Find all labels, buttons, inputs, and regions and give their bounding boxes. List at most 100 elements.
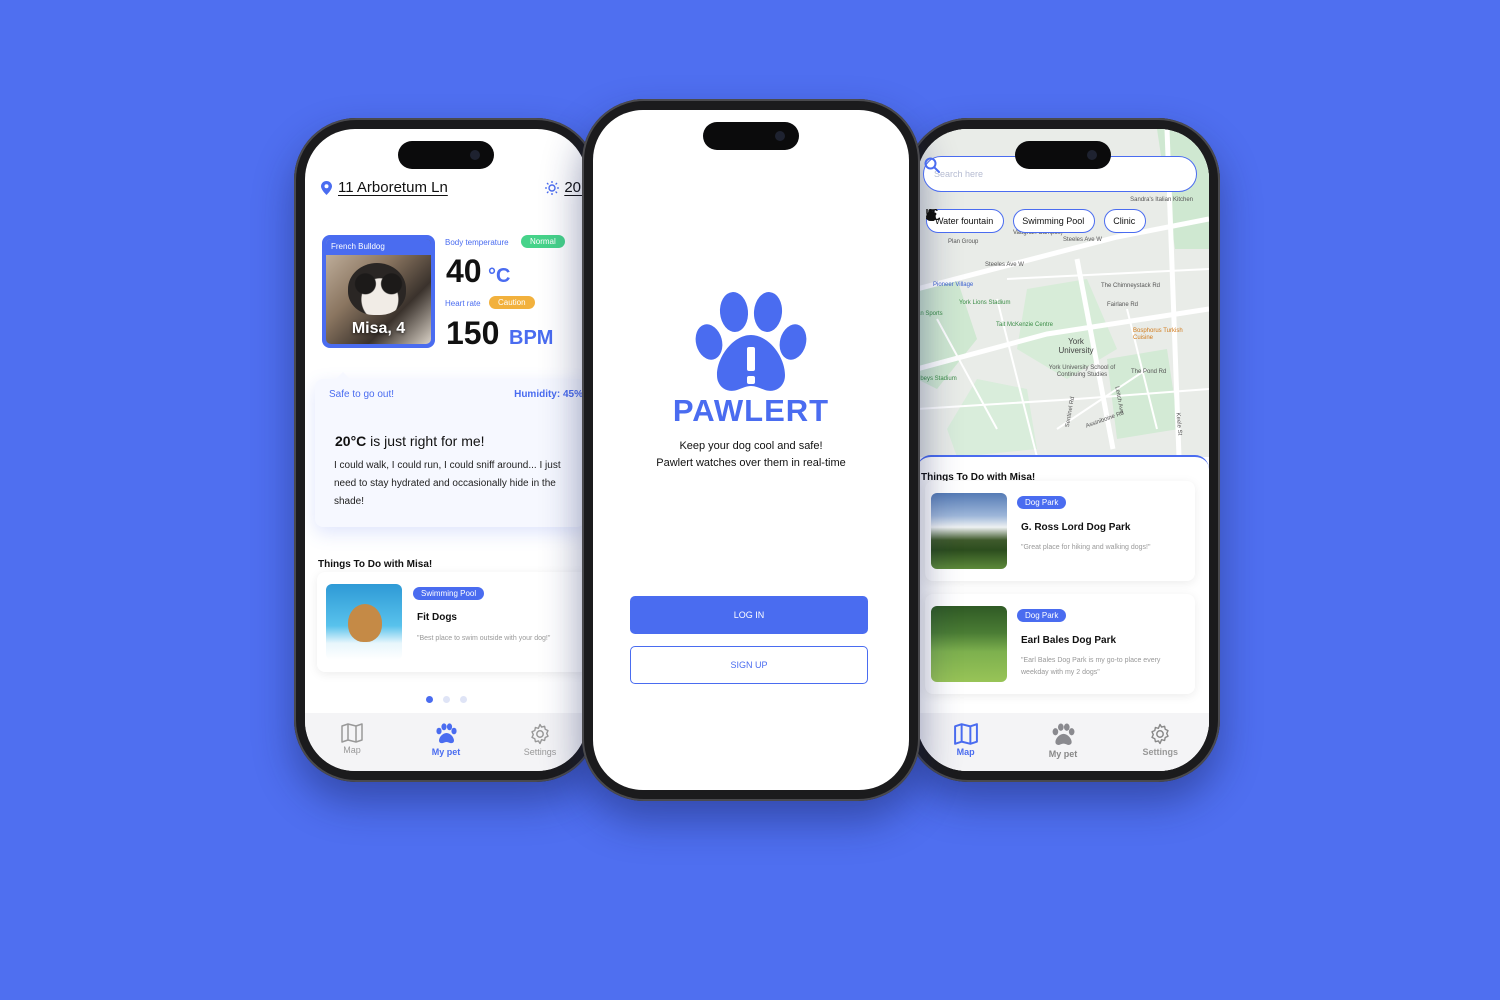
nav-map[interactable]: Map <box>931 723 1001 757</box>
map-label-york-lions: York Lions Stadium <box>959 300 1011 306</box>
place-name: Fit Dogs <box>417 612 457 623</box>
place-quote: "Best place to swim outside with your do… <box>417 635 551 642</box>
map-label-york-university: York University <box>1058 337 1094 355</box>
tagline-line-1: Keep your dog cool and safe! <box>679 440 823 452</box>
dynamic-island <box>1015 141 1111 169</box>
filter-swimming-pool-label: Swimming Pool <box>1022 216 1085 226</box>
park-photo <box>931 493 1007 569</box>
dog-face-image <box>348 263 406 315</box>
heart-rate-status-badge: Caution <box>489 296 535 309</box>
nav-map-label: Map <box>343 745 361 755</box>
map-label-sandras: Sandra's Italian Kitchen <box>1130 197 1193 203</box>
nav-settings[interactable]: Settings <box>505 723 575 757</box>
location[interactable]: 11 Arboretum Ln <box>321 179 448 196</box>
map-screen: Sandra's Italian Kitchen Vaughan Campus)… <box>917 129 1209 771</box>
map-icon <box>953 723 978 745</box>
map-label-stadium: obeys Stadium <box>917 376 957 382</box>
place-tag: Swimming Pool <box>413 587 485 600</box>
map-label-tait: Tait McKenzie Centre <box>996 322 1054 328</box>
map-label-chimneystack: The Chimneystack Rd <box>1101 283 1161 289</box>
advice-headline-temp: 20°C <box>335 433 367 449</box>
dynamic-island <box>398 141 494 169</box>
filter-clinic-label: Clinic <box>1113 216 1136 226</box>
phone-my-pet: 11 Arboretum Ln 20° French Bulldog Misa,… <box>294 118 598 782</box>
weather[interactable]: 20° <box>545 179 587 196</box>
temperature-status-badge: Normal <box>521 235 565 248</box>
park-tag: Dog Park <box>1017 496 1067 509</box>
body-temperature-unit: °C <box>488 265 511 287</box>
advice-body: I could walk, I could run, I could sniff… <box>334 460 561 507</box>
nav-map-label: Map <box>956 747 975 757</box>
map-label-sports: an Sports <box>917 311 943 317</box>
nav-my-pet[interactable]: My pet <box>411 723 481 757</box>
map-label-pioneer: Pioneer Village <box>933 282 974 288</box>
login-button[interactable]: LOG IN <box>630 596 868 634</box>
park-name: G. Ross Lord Dog Park <box>1021 522 1131 533</box>
nav-settings-label: Settings <box>523 747 557 757</box>
signup-button[interactable]: SIGN UP <box>630 646 868 684</box>
location-pin-icon <box>321 180 332 195</box>
pet-name: Misa, 4 <box>351 320 406 337</box>
bottom-nav: Map My pet Settings <box>917 713 1209 771</box>
map-icon <box>341 723 363 743</box>
place-card[interactable]: Swimming Pool Fit Dogs "Best place to sw… <box>317 572 587 672</box>
carousel-dot[interactable] <box>425 696 433 703</box>
humidity: Humidity: 45% <box>514 389 583 400</box>
phone-login: PAWLERT Keep your dog cool and safe! Paw… <box>582 99 920 801</box>
advice-headline: 20°C is just right for me! <box>335 433 485 449</box>
phone-map: Sandra's Italian Kitchen Vaughan Campus)… <box>906 118 1220 782</box>
brand-title: PAWLERT <box>672 393 830 428</box>
paw-icon <box>436 723 457 744</box>
stethoscope-icon <box>926 209 937 221</box>
tagline: Keep your dog cool and safe! Pawlert wat… <box>593 438 909 472</box>
filter-chips: Water fountain Swimming Pool Clinic <box>926 209 1147 233</box>
nav-my-pet[interactable]: My pet <box>1028 723 1098 759</box>
park-tag: Dog Park <box>1017 609 1067 622</box>
filter-swimming-pool[interactable]: Swimming Pool <box>926 209 1096 233</box>
map-label-york-school: York University School of Continuing Stu… <box>1048 365 1116 378</box>
bottom-nav: Map My pet Settings <box>305 713 587 771</box>
heart-rate-unit: BPM <box>509 327 554 349</box>
body-temperature-value: 40 <box>446 253 482 289</box>
nav-map[interactable]: Map <box>317 723 387 755</box>
park-name: Earl Bales Dog Park <box>1021 635 1117 646</box>
park-quote: "Earl Bales Dog Park is my go-to place e… <box>1021 657 1161 676</box>
heart-rate-value: 150 <box>446 315 500 351</box>
address-text: 11 Arboretum Ln <box>338 179 448 196</box>
pet-breed: French Bulldog <box>326 239 431 255</box>
advice-card: Safe to go out! Humidity: 45% 20°C is ju… <box>315 372 585 527</box>
heart-rate-label: Heart rate <box>445 299 481 308</box>
pet-photo: French Bulldog Misa, 4 <box>326 239 431 344</box>
nav-my-pet-label: My pet <box>1048 749 1078 759</box>
tagline-line-2: Pawlert watches over them in real-time <box>656 457 846 469</box>
map-label-plan-group: Plan Group <box>948 239 979 245</box>
map-label-steeles-1: Steeles Ave W <box>1063 237 1102 243</box>
search-icon <box>924 157 940 173</box>
filter-water-fountain-label: Water fountain <box>935 216 994 226</box>
filter-clinic[interactable]: Clinic <box>926 209 1147 233</box>
login-screen: PAWLERT Keep your dog cool and safe! Paw… <box>593 110 909 790</box>
carousel-dots[interactable] <box>305 696 587 703</box>
body-temperature-label: Body temperature <box>445 238 509 247</box>
nav-settings[interactable]: Settings <box>1125 723 1195 757</box>
map-label-bosphorus: Bosphorus Turkish Cuisine <box>1133 328 1183 341</box>
map-view[interactable]: Sandra's Italian Kitchen Vaughan Campus)… <box>917 129 1209 457</box>
nav-settings-label: Settings <box>1142 747 1179 757</box>
dynamic-island <box>703 122 799 150</box>
pawlert-logo-icon <box>695 292 807 391</box>
pet-card[interactable]: French Bulldog Misa, 4 <box>322 235 435 348</box>
paw-icon <box>1052 723 1075 745</box>
gear-icon <box>1151 723 1170 745</box>
park-card[interactable]: Dog Park G. Ross Lord Dog Park "Great pl… <box>925 481 1195 581</box>
advice-headline-text: is just right for me! <box>366 433 485 449</box>
todo-title: Things To Do with Misa! <box>318 559 433 570</box>
gear-icon <box>531 723 549 745</box>
park-card[interactable]: Dog Park Earl Bales Dog Park "Earl Bales… <box>925 594 1195 694</box>
carousel-dot[interactable] <box>459 696 467 703</box>
park-photo <box>931 606 1007 682</box>
carousel-dot[interactable] <box>442 696 450 703</box>
map-label-steeles-2: Steeles Ave W <box>985 262 1024 268</box>
safe-status: Safe to go out! <box>329 389 395 400</box>
nav-my-pet-label: My pet <box>431 747 461 757</box>
map-label-pond: The Pond Rd <box>1131 369 1167 375</box>
